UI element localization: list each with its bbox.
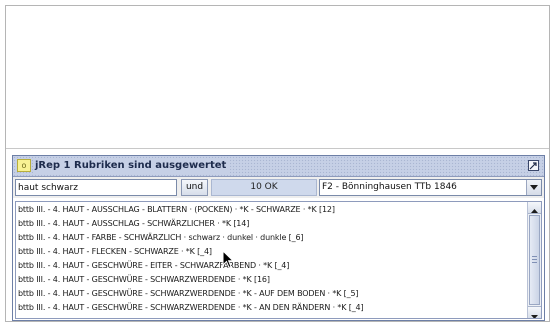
repertory-select[interactable]: F2 - Bönninghausen TTb 1846: [319, 179, 542, 196]
result-status-field: 10 OK: [211, 179, 317, 196]
internal-window-titlebar[interactable]: o jRep 1 Rubriken sind ausgewertet: [13, 156, 544, 177]
thumb-grip-line: [532, 256, 537, 257]
search-input[interactable]: [15, 179, 177, 196]
list-item[interactable]: bttb III. - 4. HAUT - AUSSCHLAG - SCHWÄR…: [16, 217, 525, 231]
list-item[interactable]: bttb III. - 4. HAUT - FARBE - SCHWÄRZLIC…: [16, 231, 525, 245]
list-item[interactable]: bttb III. - 4. HAUT - AUSSCHLAG - BLATTE…: [16, 203, 525, 217]
list-item[interactable]: bttb III. - 4. HAUT - GESCHWÜRE - EITER …: [16, 259, 525, 273]
pane-divider: [6, 148, 549, 149]
list-item[interactable]: bttb III. - 4. HAUT - GESCHWÜRE - SCHWAR…: [16, 287, 525, 301]
rubric-list[interactable]: bttb III. - 4. HAUT - AUSSCHLAG - BLATTE…: [15, 201, 542, 319]
list-item[interactable]: bttb III. - 4. HAUT - GESCHWÜRE - SCHWAR…: [16, 273, 525, 287]
list-item[interactable]: bttb III. - 4. HAUT - FLECKEN - SCHWARZE…: [16, 245, 525, 259]
scroll-down-arrow-icon[interactable]: [528, 306, 541, 318]
repertory-selected-label: F2 - Bönninghausen TTb 1846: [322, 182, 457, 192]
und-button[interactable]: und: [181, 179, 208, 196]
rubrics-internal-window: o jRep 1 Rubriken sind ausgewertet und 1…: [12, 155, 545, 321]
thumb-grip-line: [532, 262, 537, 263]
window-title: jRep 1 Rubriken sind ausgewertet: [33, 158, 231, 174]
maximize-icon[interactable]: [528, 160, 539, 171]
list-item[interactable]: bttb III. - 4. HAUT - GESCHWÜRE - SCHWAR…: [16, 301, 525, 315]
thumb-grip-line: [532, 259, 537, 260]
search-toolbar: und 10 OK F2 - Bönninghausen TTb 1846: [13, 177, 544, 198]
chevron-down-icon[interactable]: [526, 180, 541, 195]
scroll-up-arrow-icon[interactable]: [528, 202, 541, 214]
scroll-thumb[interactable]: [529, 215, 540, 305]
app-window-icon: o: [17, 159, 31, 172]
vertical-scrollbar[interactable]: [527, 202, 541, 318]
mouse-pointer-icon: [222, 250, 235, 269]
empty-workspace-pane: [6, 6, 549, 148]
